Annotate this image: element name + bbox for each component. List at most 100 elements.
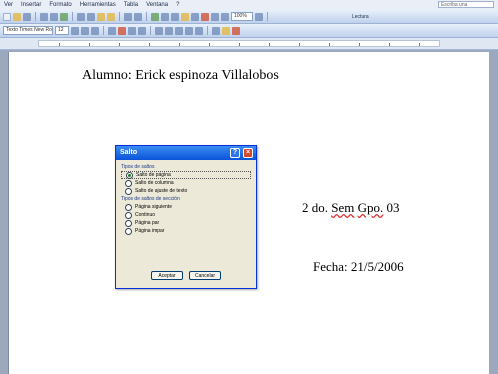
dialog-help-button[interactable]: ? xyxy=(230,148,240,158)
format-painter-icon[interactable] xyxy=(107,12,115,21)
style-select[interactable]: Texto Times New Roman xyxy=(3,26,53,35)
align-right-icon[interactable] xyxy=(128,26,136,35)
menu-insert[interactable]: Insertar xyxy=(17,2,45,8)
dialog-actions: Aceptar Cancelar xyxy=(116,271,256,280)
bullets-icon[interactable] xyxy=(175,26,183,35)
radio-icon xyxy=(125,227,132,235)
ruler-tick xyxy=(389,43,390,46)
horizontal-ruler[interactable] xyxy=(0,38,498,50)
toolbar-separator xyxy=(207,26,208,35)
cancel-button[interactable]: Cancelar xyxy=(189,271,221,280)
copy-icon[interactable] xyxy=(87,12,95,21)
radio-continuous[interactable]: Continuo xyxy=(121,211,251,219)
font-size-select[interactable]: 12 xyxy=(55,26,69,35)
section-break-types-label: Tipos de saltos de sección xyxy=(121,196,180,202)
outside-border-icon[interactable] xyxy=(212,26,220,35)
dialog-body: Tipos de saltos Salto de página Salto de… xyxy=(116,160,256,238)
align-center-icon[interactable] xyxy=(118,26,126,35)
menu-table[interactable]: Tabla xyxy=(120,2,142,8)
insert-table-icon[interactable] xyxy=(171,12,179,21)
bold-icon[interactable] xyxy=(71,26,79,35)
toolbar-separator xyxy=(146,12,147,21)
help-search-box[interactable]: Escriba una xyxy=(438,1,494,8)
radio-icon xyxy=(125,219,132,227)
toolbar-separator xyxy=(267,12,268,21)
radio-label: Página siguiente xyxy=(135,204,172,210)
menu-format[interactable]: Formato xyxy=(45,2,75,8)
toolbar-separator xyxy=(103,26,104,35)
date-line: Fecha: 21/5/2006 xyxy=(313,259,404,274)
ruler-strip xyxy=(38,40,440,47)
radio-column-break[interactable]: Salto de columna xyxy=(121,179,251,187)
student-name-line: Alumno: Erick espinoza Villalobos xyxy=(82,68,279,83)
save-icon[interactable] xyxy=(23,12,31,21)
radio-odd-page[interactable]: Página impar xyxy=(121,227,251,235)
radio-even-page[interactable]: Página par xyxy=(121,219,251,227)
ruler-tick xyxy=(239,43,240,46)
toolbar-separator xyxy=(72,12,73,21)
grade-sem: Sem xyxy=(331,200,355,215)
numbering-icon[interactable] xyxy=(165,26,173,35)
cut-icon[interactable] xyxy=(77,12,85,21)
paste-icon[interactable] xyxy=(97,12,105,21)
hyperlink-icon[interactable] xyxy=(151,12,159,21)
justify-icon[interactable] xyxy=(138,26,146,35)
tables-borders-icon[interactable] xyxy=(161,12,169,21)
accept-button[interactable]: Aceptar xyxy=(151,271,183,280)
radio-icon xyxy=(125,203,132,211)
zoom-field[interactable]: 100% xyxy=(231,12,253,21)
radio-next-page[interactable]: Página siguiente xyxy=(121,203,251,211)
dialog-close-button[interactable]: × xyxy=(243,148,253,158)
align-left-icon[interactable] xyxy=(108,26,116,35)
radio-label: Salto de ajuste de texto xyxy=(135,188,188,194)
radio-icon xyxy=(125,179,132,187)
ruler-tick xyxy=(269,43,270,46)
radio-page-break[interactable]: Salto de página xyxy=(121,171,251,179)
radio-icon xyxy=(125,211,132,219)
radio-label: Página impar xyxy=(135,228,165,234)
ruler-tick xyxy=(209,43,210,46)
read-mode-label[interactable]: Lectura xyxy=(352,14,369,20)
show-hide-icon[interactable] xyxy=(221,12,229,21)
increase-indent-icon[interactable] xyxy=(195,26,203,35)
new-document-icon[interactable] xyxy=(3,12,11,21)
insert-excel-icon[interactable] xyxy=(181,12,189,21)
drawing-icon[interactable] xyxy=(201,12,209,21)
undo-icon[interactable] xyxy=(124,12,132,21)
toolbar-separator xyxy=(119,12,120,21)
spelling-icon[interactable] xyxy=(60,12,68,21)
grade-number: 03 xyxy=(386,200,400,215)
ruler-tick xyxy=(119,43,120,46)
dialog-title-bar[interactable]: Salto ? × xyxy=(116,146,256,160)
radio-text-wrapping-break[interactable]: Salto de ajuste de texto xyxy=(121,187,251,195)
columns-icon[interactable] xyxy=(191,12,199,21)
help-icon[interactable] xyxy=(255,12,263,21)
line-spacing-icon[interactable] xyxy=(155,26,163,35)
highlight-icon[interactable] xyxy=(222,26,230,35)
decrease-indent-icon[interactable] xyxy=(185,26,193,35)
menu-tools[interactable]: Herramientas xyxy=(76,2,120,8)
menu-window[interactable]: Ventana xyxy=(142,2,172,8)
ruler-tick xyxy=(359,43,360,46)
break-types-label: Tipos de saltos xyxy=(121,164,155,170)
radio-label: Continuo xyxy=(135,212,156,218)
print-preview-icon[interactable] xyxy=(50,12,58,21)
font-color-icon[interactable] xyxy=(232,26,240,35)
dialog-title: Salto xyxy=(120,149,138,156)
menu-view[interactable]: Ver xyxy=(0,2,17,8)
open-folder-icon[interactable] xyxy=(13,12,21,21)
print-icon[interactable] xyxy=(40,12,48,21)
underline-icon[interactable] xyxy=(91,26,99,35)
redo-icon[interactable] xyxy=(134,12,142,21)
grade-group-line: 2 do. Sem Gpo. 03 xyxy=(302,200,400,216)
italic-icon[interactable] xyxy=(81,26,89,35)
toolbar-separator xyxy=(35,12,36,21)
ruler-tick xyxy=(59,43,60,46)
menu-help[interactable]: ? xyxy=(172,2,183,8)
radio-selected-icon xyxy=(126,171,133,179)
ruler-tick xyxy=(89,43,90,46)
radio-label: Salto de página xyxy=(136,172,171,178)
document-map-icon[interactable] xyxy=(211,12,219,21)
radio-icon xyxy=(125,187,132,195)
grade-gpo: Gpo. xyxy=(357,200,384,215)
